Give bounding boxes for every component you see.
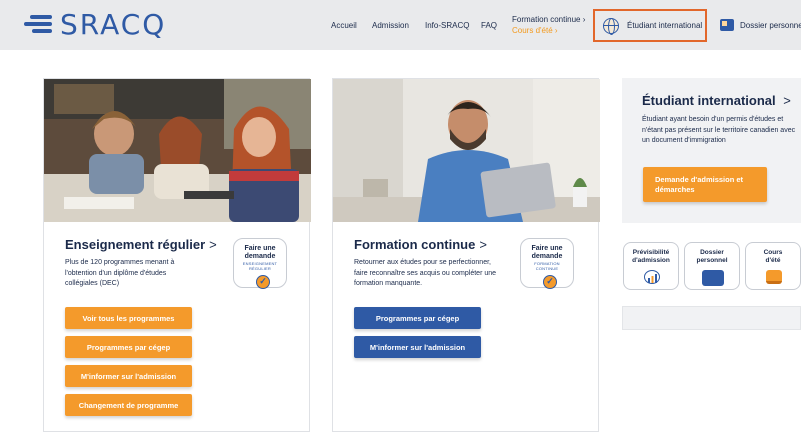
chart-icon bbox=[644, 270, 660, 284]
continuing-card: Formation continue > Retourner aux études… bbox=[332, 78, 600, 432]
nav-etudiant-international-label: Étudiant international bbox=[627, 21, 703, 30]
nav-admission[interactable]: Admission bbox=[372, 0, 409, 50]
changement-programme-button[interactable]: Changement de programme bbox=[65, 394, 192, 416]
tile-dossier-line1: Dossier bbox=[700, 249, 724, 256]
stamp-line1: Faire une bbox=[244, 245, 276, 252]
nav-formation-continue-group: Formation continue › Cours d'été › bbox=[512, 0, 585, 50]
check-cursor-icon: ✓ bbox=[256, 275, 270, 289]
stamp-line2: demande bbox=[531, 253, 563, 260]
nav-formation-continue[interactable]: Formation continue › bbox=[512, 14, 585, 25]
stamp-line2: demande bbox=[244, 253, 276, 260]
regular-title-text: Enseignement régulier bbox=[65, 237, 206, 252]
continuing-title-text: Formation continue bbox=[354, 237, 476, 252]
international-description: Étudiant ayant besoin d'un permis d'étud… bbox=[642, 116, 796, 144]
chevron-right-icon: > bbox=[783, 93, 791, 108]
international-panel: Étudiant international > Étudiant ayant … bbox=[622, 78, 801, 223]
id-card-icon bbox=[720, 19, 734, 31]
continuing-stamp[interactable]: Faire une demande FORMATION CONTINUE ✓ bbox=[520, 238, 574, 289]
demande-admission-button[interactable]: Demande d'admission et démarches bbox=[643, 167, 767, 202]
check-cursor-icon: ✓ bbox=[543, 275, 557, 289]
nav-faq[interactable]: FAQ bbox=[481, 0, 497, 50]
nav-cours-ete[interactable]: Cours d'été › bbox=[512, 25, 558, 36]
informer-admission-button[interactable]: M'informer sur l'admission bbox=[65, 365, 192, 387]
continuing-title[interactable]: Formation continue > bbox=[354, 237, 487, 252]
voir-programmes-button[interactable]: Voir tous les programmes bbox=[65, 307, 192, 329]
stamp-line1: Faire une bbox=[531, 245, 563, 252]
stamp-line4: RÉGULIER bbox=[248, 266, 272, 271]
continuing-description: Retourner aux études pour se perfectionn… bbox=[354, 259, 497, 287]
tile-dossier-line2: personnel bbox=[696, 256, 728, 264]
fc-programmes-par-cegep-button[interactable]: Programmes par cégep bbox=[354, 307, 481, 329]
sracq-logo[interactable]: SRACQ bbox=[22, 11, 166, 39]
tile-previsibilite-line1: Prévisibilité bbox=[632, 249, 670, 256]
logo-text: SRACQ bbox=[60, 8, 167, 41]
tile-dossier-personnel[interactable]: Dossier personnel bbox=[684, 242, 740, 290]
regular-title[interactable]: Enseignement régulier > bbox=[65, 237, 217, 252]
regular-card: Enseignement régulier > Plus de 120 progr… bbox=[43, 78, 311, 432]
chevron-right-icon: > bbox=[209, 237, 217, 252]
empty-panel bbox=[622, 306, 801, 330]
nav-etudiant-international[interactable]: Étudiant international bbox=[593, 9, 707, 42]
tile-previsibilite-line2: d'admission bbox=[632, 256, 670, 264]
nav-dossier-personnel[interactable]: Dossier personnel bbox=[720, 0, 801, 50]
tile-cours-ete-line2: d'été bbox=[765, 256, 781, 264]
regular-description: Plus de 120 programmes menant à l'obtent… bbox=[65, 259, 175, 287]
programmes-par-cegep-button[interactable]: Programmes par cégep bbox=[65, 336, 192, 358]
nav-info-sracq[interactable]: Info-SRACQ bbox=[425, 0, 469, 50]
tile-cours-ete[interactable]: Cours d'été bbox=[745, 242, 801, 290]
site-header: SRACQ Accueil Admission Info-SRACQ FAQ F… bbox=[0, 0, 801, 50]
regular-stamp[interactable]: Faire une demande ENSEIGNEMENT RÉGULIER … bbox=[233, 238, 287, 289]
nav-dossier-personnel-label: Dossier personnel bbox=[740, 20, 801, 30]
nav-accueil[interactable]: Accueil bbox=[331, 0, 357, 50]
logo-lines-icon bbox=[22, 12, 56, 38]
books-icon bbox=[766, 270, 782, 284]
chevron-right-icon: > bbox=[479, 237, 487, 252]
tile-previsibilite[interactable]: Prévisibilité d'admission bbox=[623, 242, 679, 290]
tile-cours-ete-line1: Cours bbox=[763, 249, 783, 256]
folder-icon bbox=[702, 270, 724, 286]
fc-informer-admission-button[interactable]: M'informer sur l'admission bbox=[354, 336, 481, 358]
man-laptop-photo bbox=[333, 79, 600, 222]
globe-icon bbox=[603, 17, 619, 35]
students-photo bbox=[44, 79, 311, 222]
stamp-line4: CONTINUE bbox=[535, 266, 559, 271]
international-title[interactable]: Étudiant international > bbox=[642, 93, 791, 108]
international-title-text: Étudiant international bbox=[642, 93, 776, 108]
